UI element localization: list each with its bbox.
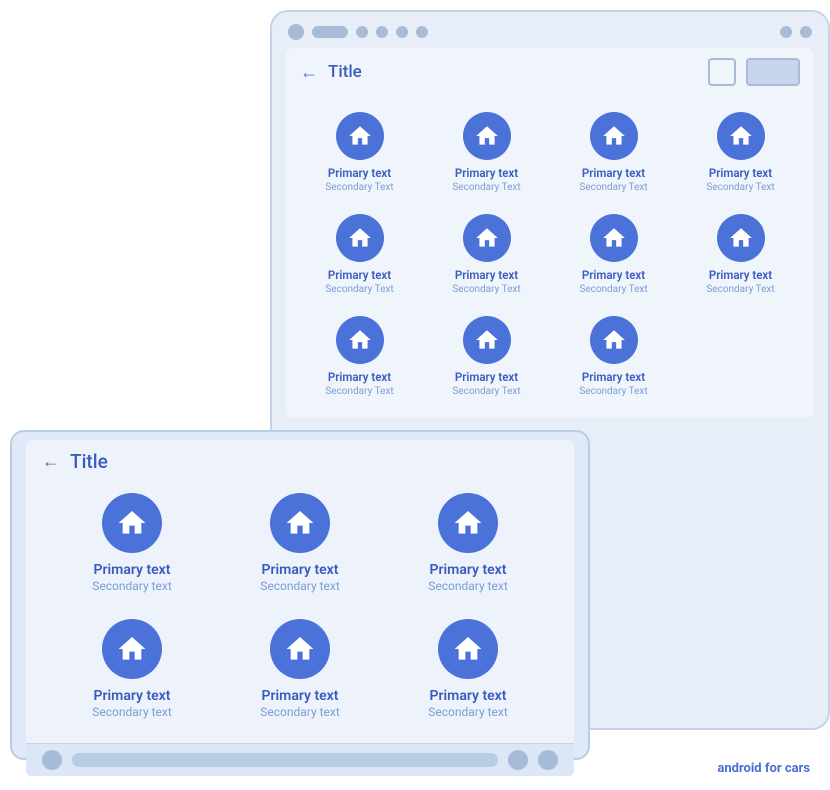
- item-secondary-text: Secondary Text: [579, 283, 647, 296]
- list-item[interactable]: Primary text Secondary text: [218, 483, 382, 605]
- status-dot-right-2: [800, 26, 812, 38]
- tablet-bottom-bar: [26, 743, 574, 776]
- tablet-item-icon-6: [438, 619, 498, 679]
- status-speaker: [312, 26, 348, 38]
- item-secondary-text: Secondary Text: [706, 283, 774, 296]
- list-item[interactable]: Primary text Secondary Text: [298, 206, 421, 304]
- list-item[interactable]: Primary text Secondary Text: [425, 206, 548, 304]
- list-item[interactable]: Primary text Secondary Text: [552, 308, 675, 406]
- item-secondary-text: Secondary Text: [706, 181, 774, 194]
- tablet-item-secondary-text: Secondary text: [260, 579, 340, 595]
- tablet-item-primary-text: Primary text: [94, 687, 171, 705]
- list-item[interactable]: Primary text Secondary Text: [298, 308, 421, 406]
- item-primary-text: Primary text: [455, 268, 518, 283]
- tablet-item-icon-3: [438, 493, 498, 553]
- item-icon-9: [336, 316, 384, 364]
- item-icon-10: [463, 316, 511, 364]
- status-dot-3: [376, 26, 388, 38]
- item-icon-1: [336, 112, 384, 160]
- item-primary-text: Primary text: [328, 166, 391, 181]
- item-primary-text: Primary text: [328, 370, 391, 385]
- item-icon-2: [463, 112, 511, 160]
- bottom-dot-2: [508, 750, 528, 770]
- item-primary-text: Primary text: [455, 166, 518, 181]
- list-item[interactable]: Primary text Secondary Text: [679, 206, 802, 304]
- item-secondary-text: Secondary Text: [452, 385, 520, 398]
- tablet-item-icon-5: [270, 619, 330, 679]
- screen-title: Title: [328, 62, 698, 82]
- status-dot-5: [416, 26, 428, 38]
- list-item[interactable]: Primary text Secondary text: [218, 609, 382, 731]
- bottom-dot-1: [42, 750, 62, 770]
- toolbar-icon-button[interactable]: [708, 58, 736, 86]
- status-dot-right-1: [780, 26, 792, 38]
- list-item[interactable]: Primary text Secondary text: [386, 483, 550, 605]
- tablet-item-primary-text: Primary text: [94, 561, 171, 579]
- item-primary-text: Primary text: [709, 268, 772, 283]
- item-primary-text: Primary text: [328, 268, 391, 283]
- list-item[interactable]: Primary text Secondary text: [50, 483, 214, 605]
- android-label-text: android for cars: [717, 761, 810, 776]
- item-secondary-text: Secondary Text: [452, 181, 520, 194]
- status-dot-4: [396, 26, 408, 38]
- list-item[interactable]: Primary text Secondary Text: [425, 308, 548, 406]
- item-secondary-text: Secondary Text: [579, 181, 647, 194]
- tablet-item-icon-1: [102, 493, 162, 553]
- phone-items-grid: Primary text Secondary Text Primary text…: [286, 96, 814, 418]
- tablet-item-icon-2: [270, 493, 330, 553]
- item-icon-4: [717, 112, 765, 160]
- tablet-frame: ← Title Primary text Secondary text Prim…: [10, 430, 590, 760]
- item-secondary-text: Secondary Text: [325, 181, 393, 194]
- item-primary-text: Primary text: [582, 166, 645, 181]
- tablet-item-secondary-text: Secondary text: [428, 579, 508, 595]
- item-primary-text: Primary text: [582, 370, 645, 385]
- android-for-cars-label: android for cars: [717, 761, 810, 776]
- list-item[interactable]: Primary text Secondary Text: [298, 104, 421, 202]
- tablet-item-secondary-text: Secondary text: [92, 579, 172, 595]
- list-item[interactable]: Primary text Secondary Text: [425, 104, 548, 202]
- phone-status-bar: [272, 12, 828, 48]
- back-button[interactable]: ←: [300, 62, 318, 83]
- toolbar-action-button[interactable]: [746, 58, 800, 86]
- tablet-items-grid: Primary text Secondary text Primary text…: [26, 479, 574, 743]
- list-item[interactable]: Primary text Secondary Text: [679, 104, 802, 202]
- tablet-item-secondary-text: Secondary text: [260, 705, 340, 721]
- phone-screen: ← Title Primary text Secondary Text Prim…: [286, 48, 814, 418]
- tablet-item-primary-text: Primary text: [430, 687, 507, 705]
- list-item[interactable]: Primary text Secondary Text: [552, 104, 675, 202]
- item-icon-5: [336, 214, 384, 262]
- tablet-item-secondary-text: Secondary text: [428, 705, 508, 721]
- list-item[interactable]: Primary text Secondary text: [50, 609, 214, 731]
- tablet-back-button[interactable]: ←: [42, 451, 60, 472]
- tablet-item-secondary-text: Secondary text: [92, 705, 172, 721]
- item-icon-3: [590, 112, 638, 160]
- item-secondary-text: Secondary Text: [325, 385, 393, 398]
- tablet-screen-title: Title: [70, 450, 108, 473]
- tablet-toolbar: ← Title: [26, 440, 574, 479]
- bottom-bar-search[interactable]: [72, 753, 498, 767]
- screen-toolbar: ← Title: [286, 48, 814, 96]
- tablet-screen: ← Title Primary text Secondary text Prim…: [26, 440, 574, 776]
- status-dot-1: [288, 24, 304, 40]
- list-item[interactable]: Primary text Secondary Text: [552, 206, 675, 304]
- item-secondary-text: Secondary Text: [452, 283, 520, 296]
- item-icon-6: [463, 214, 511, 262]
- tablet-item-icon-4: [102, 619, 162, 679]
- bottom-dot-3: [538, 750, 558, 770]
- tablet-item-primary-text: Primary text: [262, 561, 339, 579]
- item-secondary-text: Secondary Text: [579, 385, 647, 398]
- list-item[interactable]: Primary text Secondary text: [386, 609, 550, 731]
- item-primary-text: Primary text: [709, 166, 772, 181]
- item-primary-text: Primary text: [455, 370, 518, 385]
- item-primary-text: Primary text: [582, 268, 645, 283]
- item-secondary-text: Secondary Text: [325, 283, 393, 296]
- item-icon-11: [590, 316, 638, 364]
- item-icon-8: [717, 214, 765, 262]
- item-icon-7: [590, 214, 638, 262]
- tablet-item-primary-text: Primary text: [262, 687, 339, 705]
- tablet-item-primary-text: Primary text: [430, 561, 507, 579]
- status-dot-2: [356, 26, 368, 38]
